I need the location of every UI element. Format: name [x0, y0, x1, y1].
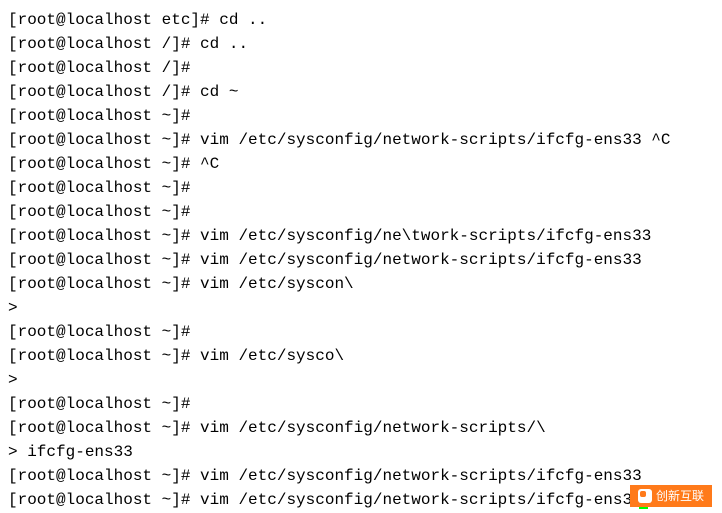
terminal-line: [root@localhost /]# cd ~: [8, 80, 714, 104]
terminal-line: > ifcfg-ens33: [8, 440, 714, 464]
terminal-line: >: [8, 296, 714, 320]
terminal-line: [root@localhost ~]#: [8, 392, 714, 416]
shell-prompt: [root@localhost ~]#: [8, 275, 200, 293]
shell-prompt: [root@localhost /]#: [8, 83, 200, 101]
command-text: cd ..: [219, 11, 267, 29]
shell-prompt: [root@localhost ~]#: [8, 107, 200, 125]
command-text: vim /etc/sysco\: [200, 347, 344, 365]
terminal-line: [root@localhost ~]# vim /etc/sysconfig/n…: [8, 416, 714, 440]
terminal-line: [root@localhost /]#: [8, 56, 714, 80]
command-text: vim /etc/syscon\: [200, 275, 354, 293]
shell-prompt: >: [8, 443, 27, 461]
terminal-line: [root@localhost etc]# cd ..: [8, 8, 714, 32]
shell-prompt: [root@localhost etc]#: [8, 11, 219, 29]
terminal-line: [root@localhost ~]# vim /etc/sysconfig/n…: [8, 464, 714, 488]
terminal-line: [root@localhost /]# cd ..: [8, 32, 714, 56]
command-text: vim /etc/sysconfig/network-scripts/ifcfg…: [200, 467, 642, 485]
shell-prompt: [root@localhost ~]#: [8, 467, 200, 485]
terminal-line: [root@localhost ~]# vim /etc/sysco\: [8, 344, 714, 368]
shell-prompt: [root@localhost ~]#: [8, 323, 200, 341]
terminal-line: [root@localhost ~]# ^C: [8, 152, 714, 176]
command-text: vim /etc/sysconfig/network-scripts/ifcfg…: [200, 131, 670, 149]
command-text: cd ..: [200, 35, 248, 53]
shell-prompt: [root@localhost ~]#: [8, 155, 200, 173]
shell-prompt: [root@localhost ~]#: [8, 347, 200, 365]
command-text: vim /etc/sysconfig/network-scripts/ifcfg…: [200, 491, 642, 509]
terminal-line: [root@localhost ~]# vim /etc/sysconfig/n…: [8, 128, 714, 152]
shell-prompt: [root@localhost ~]#: [8, 251, 200, 269]
terminal-line: [root@localhost ~]# vim /etc/sysconfig/n…: [8, 488, 714, 512]
shell-prompt: [root@localhost ~]#: [8, 491, 200, 509]
shell-prompt: [root@localhost /]#: [8, 59, 200, 77]
terminal-output[interactable]: [root@localhost etc]# cd ..[root@localho…: [8, 8, 714, 512]
terminal-line: [root@localhost ~]# vim /etc/syscon\: [8, 272, 714, 296]
command-text: vim /etc/sysconfig/ne\twork-scripts/ifcf…: [200, 227, 651, 245]
terminal-line: [root@localhost ~]#: [8, 320, 714, 344]
command-text: vim /etc/sysconfig/network-scripts/\: [200, 419, 546, 437]
command-text: cd ~: [200, 83, 238, 101]
watermark-text: 创新互联: [656, 487, 704, 505]
terminal-line: [root@localhost ~]# vim /etc/sysconfig/n…: [8, 248, 714, 272]
watermark-badge: 创新互联: [630, 485, 712, 507]
shell-prompt: >: [8, 371, 27, 389]
command-text: vim /etc/sysconfig/network-scripts/ifcfg…: [200, 251, 642, 269]
shell-prompt: [root@localhost ~]#: [8, 179, 200, 197]
shell-prompt: [root@localhost /]#: [8, 35, 200, 53]
terminal-line: [root@localhost ~]#: [8, 200, 714, 224]
shell-prompt: [root@localhost ~]#: [8, 419, 200, 437]
terminal-line: [root@localhost ~]#: [8, 176, 714, 200]
shell-prompt: >: [8, 299, 27, 317]
terminal-line: >: [8, 368, 714, 392]
shell-prompt: [root@localhost ~]#: [8, 227, 200, 245]
shell-prompt: [root@localhost ~]#: [8, 395, 200, 413]
command-text: ifcfg-ens33: [27, 443, 133, 461]
terminal-line: [root@localhost ~]# vim /etc/sysconfig/n…: [8, 224, 714, 248]
command-text: ^C: [200, 155, 219, 173]
terminal-line: [root@localhost ~]#: [8, 104, 714, 128]
shell-prompt: [root@localhost ~]#: [8, 203, 200, 221]
watermark-icon: [638, 489, 652, 503]
shell-prompt: [root@localhost ~]#: [8, 131, 200, 149]
